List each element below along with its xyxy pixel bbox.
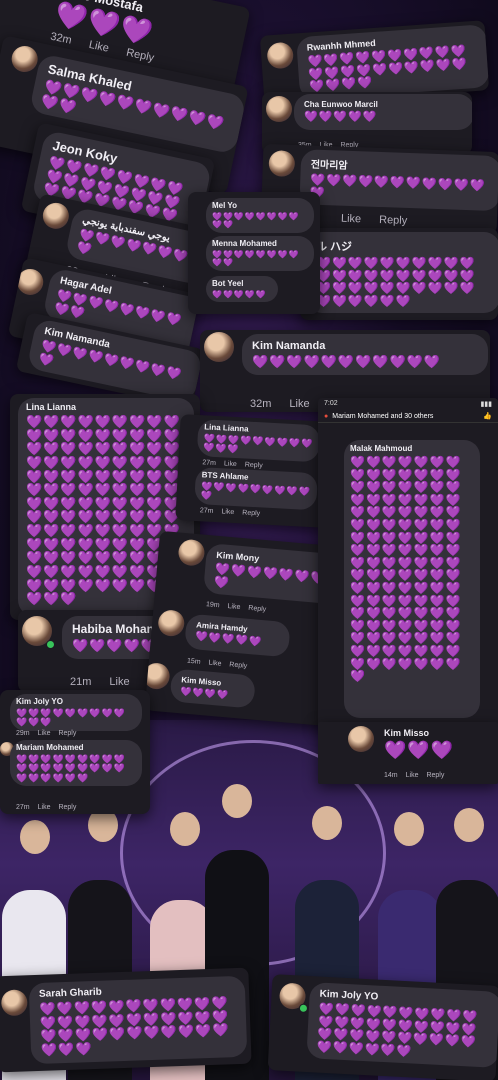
comment-author[interactable]: Kim Joly YO <box>16 697 136 706</box>
reply-button[interactable]: Reply <box>229 661 247 670</box>
heart-emojis: 💜💜💜💜💜💜💜💜💜💜💜 <box>252 354 442 369</box>
comment-time: 15m <box>186 657 201 666</box>
heart-emojis: 💜💜💜💜💜💜💜💜💜💜💜💜💜💜💜💜💜💜💜💜💜💜💜💜💜💜💜💜💜💜💜💜💜💜💜💜💜💜💜💜… <box>350 455 462 684</box>
comment-time: 27m <box>202 459 217 467</box>
heart-emojis: 💜💜💜💜💜💜💜💜💜💜💜💜💜💜💜💜💜💜💜💜💜💜💜💜 <box>16 754 126 783</box>
heart-emojis: 💜💜💜💜💜💜💜💜💜💜💜💜💜💜💜💜💜💜💜💜💜💜💜💜 <box>307 43 469 94</box>
thumbs-up-icon[interactable]: 👍 <box>483 412 492 420</box>
collage: LoLo Mostafa 💜💜💜 32mLikeReply Salma Khal… <box>0 0 498 1080</box>
avatar <box>144 661 171 691</box>
comment-stack-lina-small: Lina Lianna 💜💜💜💜💜💜💜💜💜💜💜💜 27m Like Reply BT… <box>175 414 333 528</box>
reply-button[interactable]: Reply <box>58 730 76 737</box>
comment-author[interactable]: Malak Mahmoud <box>350 444 474 453</box>
reactions-summary: Mariam Mohamed and 30 others <box>332 412 434 420</box>
avatar <box>18 0 50 2</box>
avatar <box>266 41 295 70</box>
comment-time: 32m <box>250 398 272 410</box>
head-6 <box>394 812 424 846</box>
online-dot <box>298 1003 309 1013</box>
heart-emojis: 💜💜💜💜💜💜💜💜💜💜💜💜💜💜💜💜💜💜💜💜💜💜💜💜💜💜💜💜💜💜💜💜💜💜💜💜 <box>39 995 230 1058</box>
comment-card-haji: ル ハジ 💜💜💜💜💜💜💜💜💜💜💜💜💜💜💜💜💜💜💜💜💜💜💜💜💜💜💜💜💜💜💜💜💜💜💜… <box>300 228 498 320</box>
comment-author[interactable]: Kim Namanda <box>252 340 478 352</box>
reply-button[interactable]: Reply <box>58 804 76 811</box>
comment-author[interactable]: Kim Misso <box>384 728 454 738</box>
avatar <box>348 726 374 752</box>
avatar <box>268 150 296 178</box>
heart-emojis: 💜💜💜💜💜💜💜💜💜💜💜💜 <box>16 708 126 728</box>
comment-author[interactable]: Cha Eunwoo Marcil <box>304 100 464 109</box>
heart-emojis: 💜💜💜💜💜💜💜💜💜💜 <box>200 481 312 502</box>
comment-author[interactable]: ル ハジ <box>316 238 490 254</box>
reply-button[interactable]: Reply <box>245 462 263 470</box>
heart-emojis: 💜💜💜💜💜💜💜💜💜💜💜💜 <box>309 172 486 200</box>
like-button[interactable]: Like <box>38 730 51 737</box>
status-bar: 7:02 ▮▮▮ <box>318 398 498 410</box>
like-button[interactable]: Like <box>208 660 221 668</box>
head-3 <box>170 812 200 846</box>
head-4 <box>222 784 252 818</box>
avatar <box>40 200 72 232</box>
avatar <box>0 989 28 1017</box>
avatar <box>266 96 292 122</box>
avatar <box>9 43 41 75</box>
heart-emojis: 💜💜💜💜💜💜💜💜💜💜💜💜 <box>202 433 314 455</box>
heart-emojis: 💜💜💜💜💜 <box>212 290 267 299</box>
like-button[interactable]: Like <box>406 772 419 779</box>
signal-icon: ▮▮▮ <box>480 401 492 408</box>
comment-time: 14m <box>384 772 398 779</box>
comment-author[interactable]: Mariam Mohamed <box>16 743 136 752</box>
like-button[interactable]: Like <box>221 508 234 516</box>
comment-time: 29m <box>16 730 30 737</box>
comment-time: 27m <box>16 804 30 811</box>
comment-stack-kimjoly: Kim Joly YO 💜💜💜💜💜💜💜💜💜💜💜💜 29m Like Reply Ma… <box>0 690 150 814</box>
like-button[interactable]: Like <box>224 460 237 468</box>
heart-emojis: 💜💜💜 <box>384 740 455 760</box>
heart-reaction-icon: ● <box>324 412 329 420</box>
heart-emojis: 💜💜💜💜💜💜💜💜💜💜💜💜💜💜💜💜💜💜💜💜💜💜💜💜💜💜💜💜💜💜💜💜💜💜💜💜 <box>316 1001 479 1059</box>
heart-emojis: 💜💜💜💜💜💜💜💜💜💜 <box>212 250 300 268</box>
head-7 <box>454 808 484 842</box>
heart-emojis: 💜💜💜💜💜 <box>304 111 378 123</box>
heart-emojis: 💜💜💜💜💜💜💜💜💜💜 <box>212 212 300 230</box>
head-1 <box>20 820 50 854</box>
status-time: 7:02 <box>324 400 338 407</box>
reply-button[interactable]: Reply <box>379 214 408 227</box>
comment-author[interactable]: Lina Lianna <box>26 402 186 412</box>
head-5 <box>312 806 342 840</box>
comment-time: 21m <box>70 676 92 688</box>
like-button[interactable]: Like <box>109 676 129 688</box>
reply-button[interactable]: Reply <box>242 509 260 517</box>
reply-button[interactable]: Reply <box>426 772 444 779</box>
comment-card-kimjoly2: Kim Joly YO 💜💜💜💜💜💜💜💜💜💜💜💜💜💜💜💜💜💜💜💜💜💜💜💜💜💜💜💜… <box>267 974 498 1080</box>
phone-screenshot: 7:02 ▮▮▮ ● Mariam Mohamed and 30 others 👍 M… <box>318 398 498 728</box>
like-button[interactable]: Like <box>289 398 309 410</box>
comment-time: 19m <box>205 601 220 610</box>
like-button[interactable]: Like <box>88 39 110 55</box>
comment-stack-small: Mel Yo 💜💜💜💜💜💜💜💜💜💜 Menna Mohamed 💜💜💜💜💜💜💜💜… <box>188 192 320 314</box>
comment-time: 27m <box>199 507 214 515</box>
comment-card-habiba: Habiba Mohan 💜💜💜💜💜 21m Like <box>18 610 168 692</box>
like-button[interactable]: Like <box>227 603 240 611</box>
avatar <box>157 609 186 638</box>
comment-author[interactable]: Bot Yeel <box>212 279 272 288</box>
comment-card-kimmisso2: Kim Misso 💜💜💜 14m Like Reply <box>318 722 498 784</box>
comment-author[interactable]: Mel Yo <box>212 201 308 210</box>
avatar <box>177 538 206 567</box>
comment-card-sarah: Sarah Gharib 💜💜💜💜💜💜💜💜💜💜💜💜💜💜💜💜💜💜💜💜💜💜💜💜💜💜💜… <box>0 967 252 1073</box>
like-button[interactable]: Like <box>341 213 362 226</box>
reactions-header[interactable]: ● Mariam Mohamed and 30 others 👍 <box>318 410 498 423</box>
heart-emojis: 💜💜💜💜 <box>179 686 230 701</box>
avatar <box>204 332 234 362</box>
comment-author[interactable]: Menna Mohamed <box>212 239 308 248</box>
reply-button[interactable]: Reply <box>248 605 266 614</box>
heart-emojis: 💜💜💜💜💜💜💜💜💜💜💜💜💜💜💜💜💜💜💜💜💜💜💜💜💜💜💜💜💜💜💜💜💜💜💜💜 <box>316 256 476 308</box>
like-button[interactable]: Like <box>38 804 51 811</box>
online-dot <box>46 640 55 649</box>
